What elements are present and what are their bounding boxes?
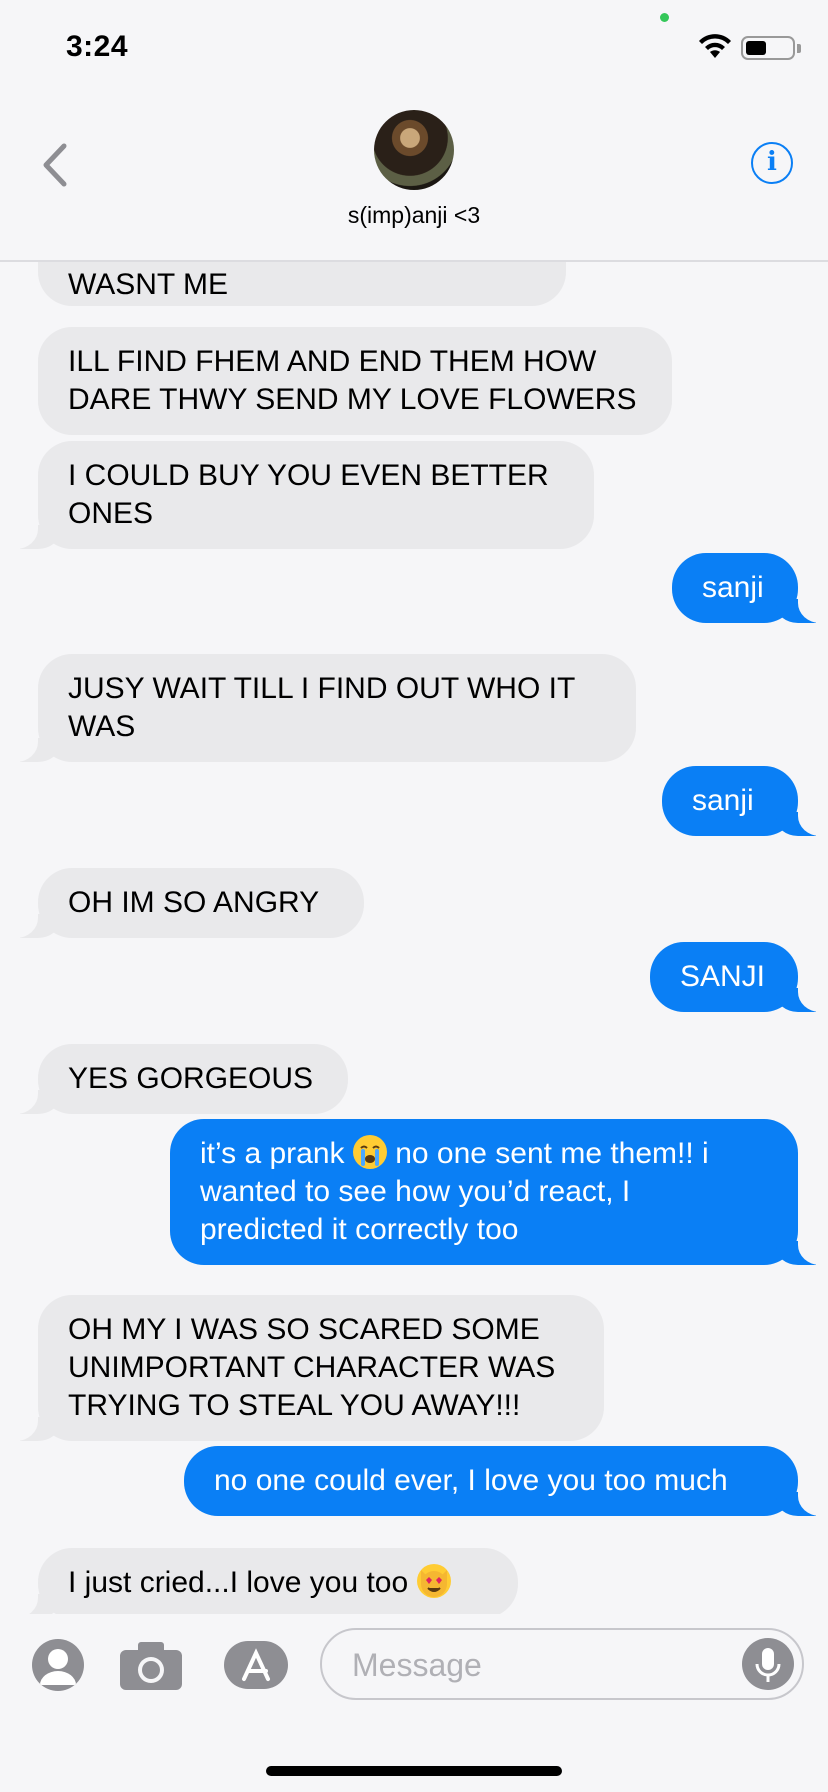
microphone-icon[interactable]: [742, 1638, 794, 1690]
app-store-icon[interactable]: [222, 1639, 290, 1691]
back-chevron-icon[interactable]: [36, 140, 76, 190]
camera-in-use-indicator: [660, 13, 669, 22]
conversation-header: s(imp)anji <3 i: [0, 92, 828, 262]
message-text: SANJI: [680, 960, 766, 993]
message-bubble-outgoing[interactable]: sanji: [672, 553, 828, 623]
memoji-contact-icon[interactable]: [32, 1639, 84, 1691]
message-bubble-incoming[interactable]: OH MY I WAS SO SCARED SOME UNIMPORTANT C…: [4, 1295, 604, 1441]
smiling-cat-heart-eyes-emoji: [416, 1564, 451, 1598]
contact-avatar[interactable]: [374, 110, 454, 190]
message-text: I just cried...I love you too: [68, 1566, 417, 1599]
wifi-icon: [699, 34, 731, 58]
contact-name[interactable]: s(imp)anji <3: [0, 202, 828, 229]
message-text: ILL FIND FHEM AND END THEM HOW DARE THWY…: [68, 345, 637, 416]
message-text: I COULD BUY YOU EVEN BETTER ONES: [68, 459, 549, 530]
message-text: YES GORGEOUS: [68, 1062, 314, 1095]
message-text: WASNT ME: [68, 268, 229, 301]
message-bubble-outgoing[interactable]: sanji: [662, 766, 828, 836]
message-text: no one could ever, I love you too much: [214, 1464, 728, 1497]
message-text: sanji: [692, 784, 754, 817]
message-bubble-incoming[interactable]: I COULD BUY YOU EVEN BETTER ONES: [4, 441, 594, 549]
info-icon[interactable]: i: [751, 142, 793, 184]
message-text: OH IM SO ANGRY: [68, 886, 320, 919]
message-text: sanji: [702, 571, 764, 604]
message-input[interactable]: Message: [320, 1628, 804, 1700]
status-bar: 3:24: [0, 0, 828, 92]
home-indicator[interactable]: [266, 1766, 562, 1776]
battery-nub: [797, 44, 801, 53]
message-text: JUSY WAIT TILL I FIND OUT WHO IT WAS: [68, 672, 576, 743]
message-bubble-incoming[interactable]: ILL FIND FHEM AND END THEM HOW DARE THWY…: [38, 327, 672, 435]
message-placeholder: Message: [352, 1647, 482, 1683]
camera-icon[interactable]: [118, 1640, 184, 1692]
message-text: OH MY I WAS SO SCARED SOME UNIMPORTANT C…: [68, 1313, 556, 1422]
message-bubble-outgoing[interactable]: it’s a prank no one sent me them!! i wan…: [170, 1119, 828, 1265]
battery-icon: [741, 36, 795, 60]
message-bubble-incoming[interactable]: I just cried...I love you too: [4, 1548, 518, 1614]
message-bubble-incoming[interactable]: WASNT ME: [38, 262, 566, 306]
loudly-crying-face-emoji: [352, 1135, 387, 1169]
message-bubble-outgoing[interactable]: no one could ever, I love you too much: [184, 1446, 828, 1516]
message-bubble-outgoing[interactable]: SANJI: [650, 942, 828, 1012]
message-bubble-incoming[interactable]: YES GORGEOUS: [4, 1044, 348, 1114]
status-time: 3:24: [66, 30, 129, 63]
message-thread[interactable]: WASNT ME ILL FIND FHEM AND END THEM HOW …: [0, 262, 828, 1614]
message-bubble-incoming[interactable]: OH IM SO ANGRY: [4, 868, 364, 938]
message-bubble-incoming[interactable]: JUSY WAIT TILL I FIND OUT WHO IT WAS: [4, 654, 636, 762]
message-text: it’s a prank: [200, 1137, 353, 1170]
